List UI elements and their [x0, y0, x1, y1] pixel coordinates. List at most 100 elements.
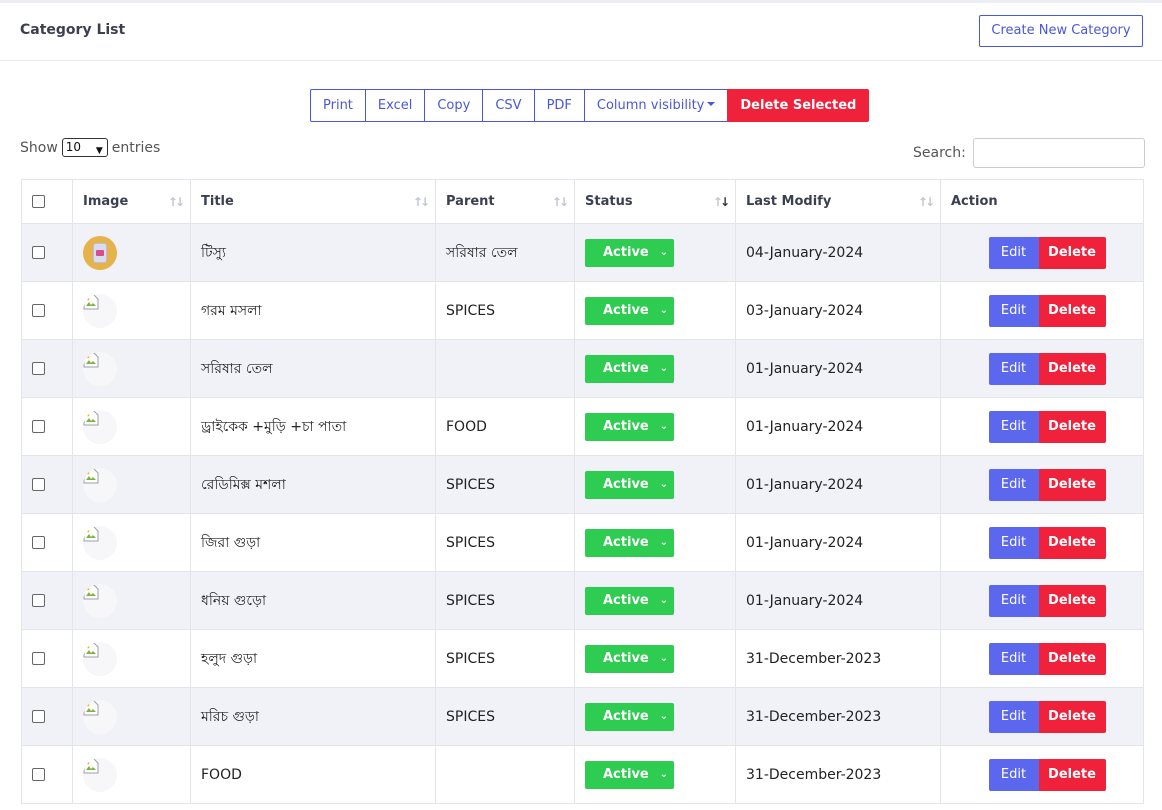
- row-checkbox[interactable]: [32, 594, 45, 607]
- row-select-cell: [21, 629, 73, 688]
- delete-button[interactable]: Delete: [1038, 294, 1106, 327]
- delete-button[interactable]: Delete: [1038, 758, 1106, 791]
- column-header-last-modify[interactable]: Last Modify ↑↓: [735, 179, 941, 224]
- status-value: Active: [603, 650, 649, 666]
- delete-button[interactable]: Delete: [1038, 526, 1106, 559]
- action-cell: Edit Delete: [940, 513, 1144, 572]
- chevron-down-icon: ⌄: [659, 710, 668, 722]
- title-cell: ড্রাইকেক +মুড়ি +চা পাতা: [190, 397, 436, 456]
- delete-button[interactable]: Delete: [1038, 642, 1106, 675]
- row-checkbox[interactable]: [32, 304, 45, 317]
- parent-cell: সরিষার তেল: [435, 223, 575, 282]
- last-modify-cell: 01-January-2024: [735, 339, 941, 398]
- edit-button[interactable]: Edit: [988, 294, 1039, 327]
- column-visibility-button[interactable]: Column visibility: [583, 89, 729, 122]
- edit-button[interactable]: Edit: [988, 526, 1039, 559]
- column-header-status[interactable]: Status ↑↓: [574, 179, 736, 224]
- create-new-category-button[interactable]: Create New Category: [979, 15, 1143, 47]
- excel-button[interactable]: Excel: [364, 89, 426, 122]
- status-select[interactable]: Active ⌄: [585, 702, 674, 731]
- last-modify-cell: 01-January-2024: [735, 513, 941, 572]
- delete-button[interactable]: Delete: [1038, 700, 1106, 733]
- edit-button[interactable]: Edit: [988, 352, 1039, 385]
- edit-button[interactable]: Edit: [988, 236, 1039, 269]
- status-select[interactable]: Active ⌄: [585, 412, 674, 441]
- row-select-cell: [21, 339, 73, 398]
- status-value: Active: [603, 360, 649, 376]
- copy-button[interactable]: Copy: [424, 89, 484, 122]
- column-header-image[interactable]: Image ↑↓: [72, 179, 191, 224]
- select-all-header: [21, 179, 73, 224]
- entries-length-control: Show 10 ▼ entries: [20, 138, 160, 157]
- status-cell: Active ⌄: [574, 745, 736, 804]
- pdf-button[interactable]: PDF: [533, 89, 585, 122]
- status-select[interactable]: Active ⌄: [585, 586, 674, 615]
- sort-desc-icon: ↑↓: [712, 195, 730, 209]
- delete-button[interactable]: Delete: [1038, 584, 1106, 617]
- status-value: Active: [603, 708, 649, 724]
- status-select[interactable]: Active ⌄: [585, 470, 674, 499]
- delete-button[interactable]: Delete: [1038, 410, 1106, 443]
- category-image: [83, 293, 117, 328]
- status-select[interactable]: Active ⌄: [585, 644, 674, 673]
- row-checkbox[interactable]: [32, 652, 45, 665]
- row-checkbox[interactable]: [32, 768, 45, 781]
- column-header-label: Parent: [446, 194, 495, 209]
- status-value: Active: [603, 302, 649, 318]
- status-select[interactable]: Active ⌄: [585, 238, 674, 267]
- status-select[interactable]: Active ⌄: [585, 296, 674, 325]
- table-row: রেডিমিক্স মশলা SPICES Active ⌄ 01-January-20…: [21, 455, 1144, 514]
- title-cell: ধনিয় গুড়ো: [190, 571, 436, 630]
- csv-button[interactable]: CSV: [482, 89, 535, 122]
- delete-button[interactable]: Delete: [1038, 236, 1106, 269]
- parent-cell: FOOD: [435, 397, 575, 456]
- status-value: Active: [603, 418, 649, 434]
- table-row: সরিষার তেল Active ⌄ 01-January-2024 Edit Dele…: [21, 339, 1144, 398]
- sort-icon: ↑↓: [167, 195, 185, 209]
- action-cell: Edit Delete: [940, 455, 1144, 514]
- column-header-label: Image: [83, 194, 129, 209]
- select-all-checkbox[interactable]: [32, 195, 45, 208]
- status-select[interactable]: Active ⌄: [585, 760, 674, 789]
- row-checkbox[interactable]: [32, 478, 45, 491]
- status-select[interactable]: Active ⌄: [585, 528, 674, 557]
- column-header-parent[interactable]: Parent ↑↓: [435, 179, 575, 224]
- delete-button[interactable]: Delete: [1038, 468, 1106, 501]
- title-cell: জিরা গুড়া: [190, 513, 436, 572]
- delete-selected-button[interactable]: Delete Selected: [727, 89, 870, 122]
- status-cell: Active ⌄: [574, 281, 736, 340]
- status-cell: Active ⌄: [574, 339, 736, 398]
- table-row: ধনিয় গুড়ো SPICES Active ⌄ 01-January-2024 E…: [21, 571, 1144, 630]
- row-select-cell: [21, 745, 73, 804]
- table-row: মরিচ গুড়া SPICES Active ⌄ 31-December-2023 E…: [21, 687, 1144, 746]
- search-input[interactable]: [972, 138, 1145, 168]
- row-checkbox[interactable]: [32, 710, 45, 723]
- image-cell: [72, 281, 191, 340]
- image-cell: [72, 397, 191, 456]
- status-cell: Active ⌄: [574, 455, 736, 514]
- chevron-down-icon: ⌄: [659, 652, 668, 664]
- row-checkbox[interactable]: [32, 362, 45, 375]
- title-cell: হলুদ গুড়া: [190, 629, 436, 688]
- edit-button[interactable]: Edit: [988, 700, 1039, 733]
- entries-select[interactable]: 10 ▼: [61, 138, 108, 157]
- edit-button[interactable]: Edit: [988, 468, 1039, 501]
- last-modify-cell: 04-January-2024: [735, 223, 941, 282]
- edit-button[interactable]: Edit: [988, 410, 1039, 443]
- row-checkbox[interactable]: [32, 420, 45, 433]
- image-cell: [72, 571, 191, 630]
- delete-button[interactable]: Delete: [1038, 352, 1106, 385]
- parent-cell: SPICES: [435, 455, 575, 514]
- edit-button[interactable]: Edit: [988, 758, 1039, 791]
- broken-image-icon: [83, 700, 99, 715]
- edit-button[interactable]: Edit: [988, 584, 1039, 617]
- row-checkbox[interactable]: [32, 246, 45, 259]
- status-select[interactable]: Active ⌄: [585, 354, 674, 383]
- broken-image-icon: [83, 294, 99, 309]
- table-header-row: Image ↑↓ Title ↑↓ Parent ↑↓ Status ↑↓ Last M…: [21, 179, 1144, 224]
- column-header-title[interactable]: Title ↑↓: [190, 179, 436, 224]
- chevron-down-icon: ⌄: [659, 536, 668, 548]
- print-button[interactable]: Print: [310, 89, 366, 122]
- row-checkbox[interactable]: [32, 536, 45, 549]
- edit-button[interactable]: Edit: [988, 642, 1039, 675]
